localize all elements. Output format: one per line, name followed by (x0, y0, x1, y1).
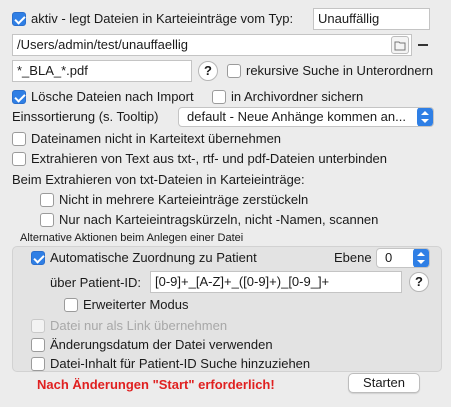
archive-label: in Archivordner sichern (231, 89, 364, 104)
archive-checkbox[interactable] (212, 90, 226, 104)
alt-actions-heading: Alternative Aktionen beim Anlegen einer … (20, 232, 244, 244)
type-field[interactable]: Unauffällig (313, 8, 430, 30)
sort-value: default - Neue Anhänge kommen an... (187, 109, 406, 124)
patient-id-help-icon[interactable]: ? (409, 272, 429, 292)
popup-arrows-icon (417, 108, 433, 126)
extract-checkbox[interactable] (12, 152, 26, 166)
extended-checkbox[interactable] (64, 298, 78, 312)
level-value: 0 (385, 250, 393, 265)
start-button[interactable]: Starten (348, 373, 420, 393)
filenames-checkbox[interactable] (12, 132, 26, 146)
link-only-label: Datei nur als Link übernehmen (50, 318, 228, 333)
txt-section-heading: Beim Extrahieren von txt-Dateien in Kart… (12, 172, 305, 187)
link-only-checkbox (31, 319, 45, 333)
remove-icon[interactable] (416, 38, 430, 52)
change-date-label: Änderungsdatum der Datei verwenden (50, 337, 273, 352)
help-icon[interactable]: ? (198, 61, 218, 81)
folder-browse-icon[interactable] (391, 36, 409, 54)
level-popup[interactable]: 0 (376, 248, 430, 268)
delete-label: Lösche Dateien nach Import (31, 89, 194, 104)
extended-label: Erweiterter Modus (83, 297, 189, 312)
sort-label: Einssortierung (s. Tooltip) (12, 109, 159, 124)
extract-label: Extrahieren von Text aus txt-, rtf- und … (31, 151, 388, 166)
level-label: Ebene (334, 250, 372, 265)
aktiv-label: aktiv - legt Dateien in Karteieinträge v… (31, 11, 294, 26)
sort-popup[interactable]: default - Neue Anhänge kommen an... (178, 107, 434, 127)
warning-text: Nach Änderungen "Start" erforderlich! (37, 377, 275, 392)
level-arrows-icon (413, 249, 429, 267)
delete-checkbox[interactable] (12, 90, 26, 104)
no-split-checkbox[interactable] (40, 193, 54, 207)
recursive-checkbox[interactable] (227, 64, 241, 78)
file-content-checkbox[interactable] (31, 357, 45, 371)
auto-assign-label: Automatische Zuordnung zu Patient (50, 250, 257, 265)
file-content-label: Datei-Inhalt für Patient-ID Suche hinzuz… (50, 356, 311, 371)
patient-id-field[interactable]: [0-9]+_[A-Z]+_([0-9]+)_[0-9_]+ (150, 271, 402, 293)
change-date-checkbox[interactable] (31, 338, 45, 352)
only-abbrev-label: Nur nach Karteieintragskürzeln, nicht -N… (59, 212, 379, 227)
aktiv-checkbox[interactable] (12, 12, 26, 26)
patient-id-label: über Patient-ID: (50, 275, 142, 290)
auto-assign-checkbox[interactable] (31, 251, 45, 265)
no-split-label: Nicht in mehrere Karteieinträge zerstück… (59, 192, 309, 207)
only-abbrev-checkbox[interactable] (40, 213, 54, 227)
pattern-field[interactable]: *_BLA_*.pdf (12, 60, 192, 82)
recursive-label: rekursive Suche in Unterordnern (246, 63, 434, 78)
path-field[interactable]: /Users/admin/test/unauffaellig (12, 34, 412, 56)
filenames-label: Dateinamen nicht in Karteitext übernehme… (31, 131, 282, 146)
